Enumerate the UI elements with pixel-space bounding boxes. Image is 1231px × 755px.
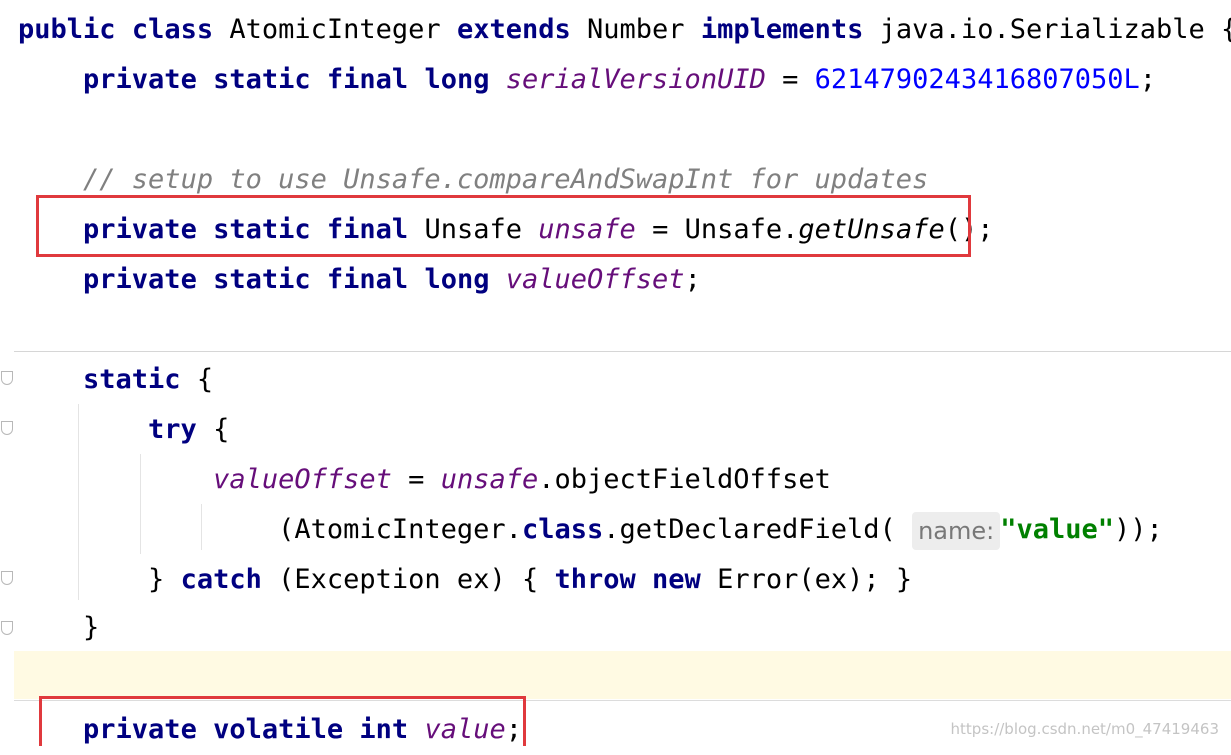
keyword: try	[148, 414, 197, 445]
keyword: private	[83, 64, 197, 95]
keyword: throw	[554, 564, 636, 595]
brace: }	[83, 612, 100, 643]
highlight-box-unsafe	[36, 195, 971, 257]
keyword: class	[131, 14, 214, 45]
brace: {	[1221, 14, 1231, 45]
highlight-box-value	[39, 696, 526, 746]
string-literal: "value"	[1000, 514, 1115, 545]
parameter-hint: name:	[912, 511, 1001, 550]
code-line-6[interactable]: private static final long valueOffset;	[18, 255, 701, 305]
operator: =	[408, 464, 425, 495]
field-name: valueOffset	[213, 464, 392, 495]
watermark: https://blog.csdn.net/m0_47419463	[950, 720, 1219, 738]
brace: {	[213, 414, 230, 445]
method-call: .getDeclaredField(	[603, 514, 896, 545]
keyword: long	[424, 264, 490, 295]
keyword: extends	[456, 14, 571, 45]
field-name: valueOffset	[505, 264, 685, 295]
code-line-10[interactable]: valueOffset = unsafe.objectFieldOffset	[18, 455, 831, 505]
keyword: private	[83, 264, 197, 295]
class-ref: (AtomicInteger.	[278, 514, 522, 545]
keyword: public	[18, 14, 116, 45]
keyword: implements	[700, 14, 864, 45]
interface-name: java.io.Serializable	[879, 14, 1205, 45]
code-line-11[interactable]: (AtomicInteger.class.getDeclaredField( n…	[18, 505, 1163, 555]
keyword: static	[83, 364, 181, 395]
method-call: .objectFieldOffset	[538, 464, 831, 495]
field-name: serialVersionUID	[505, 64, 766, 95]
keyword: final	[326, 264, 409, 295]
brace: {	[196, 364, 214, 395]
keyword: new	[652, 564, 701, 595]
fold-marker[interactable]	[1, 571, 13, 585]
keyword: static	[213, 64, 311, 95]
keyword: class	[521, 514, 604, 545]
code-comment: // setup to use Unsafe.compareAndSwapInt…	[83, 164, 929, 195]
keyword: final	[326, 64, 409, 95]
fold-marker[interactable]	[1, 371, 13, 385]
keyword: catch	[180, 564, 262, 595]
code-line-13[interactable]: }	[18, 603, 99, 653]
fold-marker[interactable]	[1, 621, 13, 635]
class-name: AtomicInteger	[229, 14, 441, 45]
code-line-9[interactable]: try {	[18, 405, 229, 455]
brace: }	[148, 564, 165, 595]
code-line-2[interactable]: private static final long serialVersionU…	[18, 55, 1156, 105]
catch-clause: (Exception ex) {	[278, 564, 539, 595]
code-line-8[interactable]: static {	[18, 355, 213, 405]
field-name: unsafe	[440, 464, 539, 495]
keyword: static	[213, 264, 311, 295]
fold-marker[interactable]	[1, 421, 13, 435]
semicolon: ;	[684, 264, 701, 295]
code-line-1[interactable]: public class AtomicInteger extends Numbe…	[18, 5, 1231, 55]
semicolon: ;	[1139, 64, 1157, 95]
method-separator	[14, 351, 1231, 352]
current-line-highlight	[14, 651, 1231, 699]
number-literal: 6214790243416807050L	[814, 64, 1140, 95]
call-parens: ));	[1114, 514, 1163, 545]
operator: =	[782, 64, 799, 95]
keyword: long	[424, 64, 490, 95]
constructor-call: Error(ex); }	[717, 564, 913, 595]
code-line-12[interactable]: } catch (Exception ex) { throw new Error…	[18, 555, 912, 605]
class-name: Number	[587, 14, 685, 45]
